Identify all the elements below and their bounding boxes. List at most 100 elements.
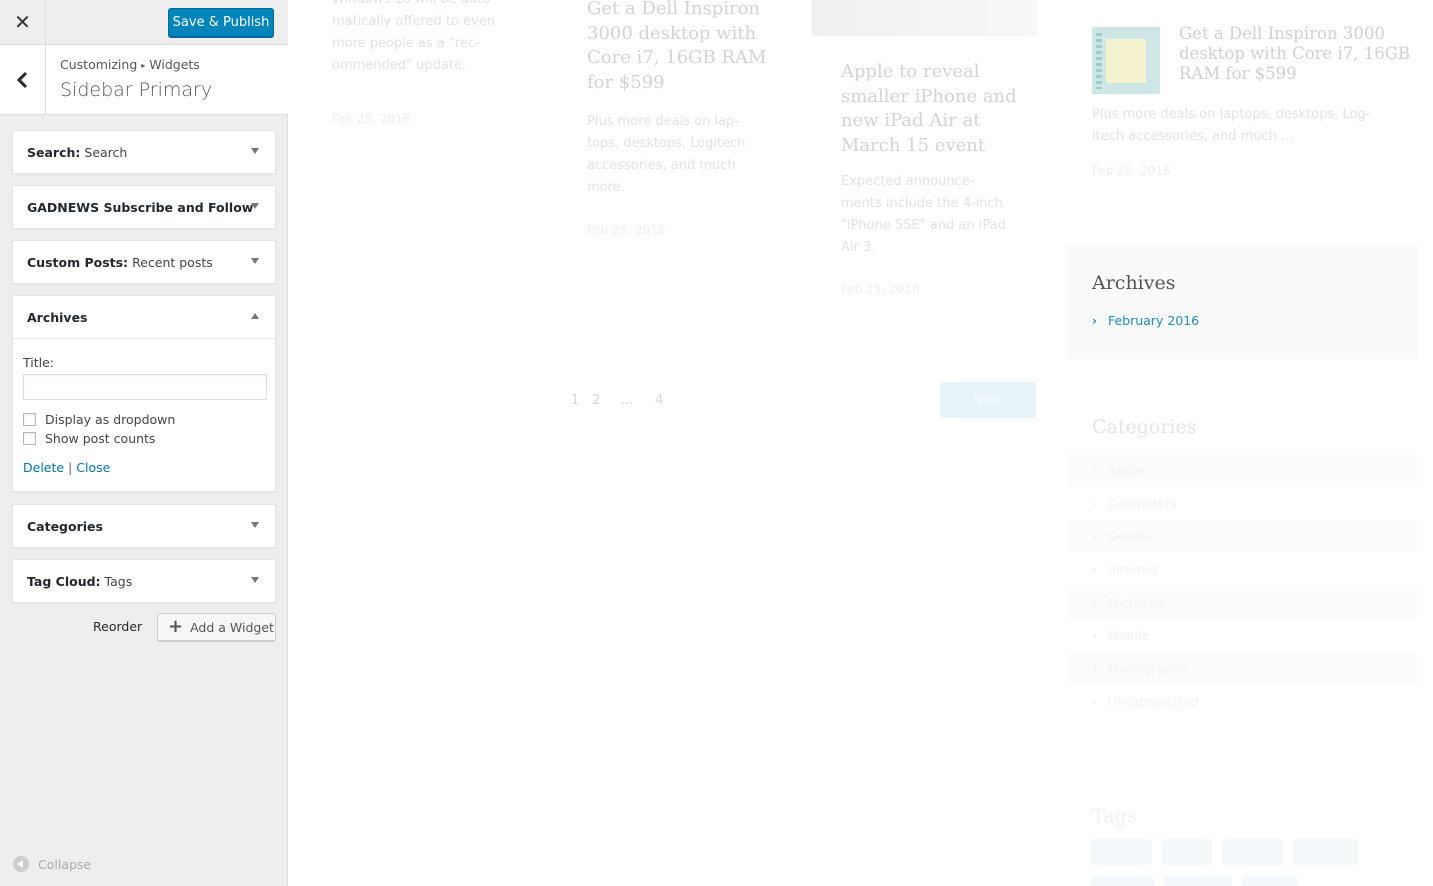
excerpt-line: matically offered to even	[332, 14, 495, 29]
post-image[interactable]	[812, 0, 1037, 36]
post-card[interactable]: Apple to reveal smaller iPhone and new i…	[812, 0, 1037, 320]
tag-chip[interactable]	[1164, 876, 1232, 886]
excerpt-line: "iPhone 5SE" and an iPad	[841, 218, 1006, 233]
category-item[interactable]: › Uncategorized	[1067, 685, 1418, 718]
recent-post-title[interactable]: Get a Dell Inspiron 3000 desktop with Co…	[1179, 24, 1410, 84]
collapse-arrow-icon	[13, 856, 29, 872]
page-link-2[interactable]: 2	[592, 393, 600, 408]
title-label: Title:	[23, 355, 54, 370]
title-input[interactable]	[23, 374, 267, 400]
tag-chip[interactable]	[1162, 839, 1212, 865]
post-excerpt: Windows 10 will be auto- matically offer…	[332, 0, 495, 77]
chevron-right-icon: ›	[1092, 463, 1097, 478]
widget-subscribe-follow-header[interactable]: GADNEWS Subscribe and Follow	[13, 186, 275, 228]
category-item[interactable]: › Photography	[1067, 652, 1418, 685]
plus-icon: +	[168, 615, 184, 637]
archive-link[interactable]: › February 2016	[1092, 313, 1199, 328]
widget-subscribe-follow[interactable]: GADNEWS Subscribe and Follow	[12, 185, 276, 229]
recent-posts-widget: Get a Dell Inspiron 3000 desktop with Co…	[1067, 0, 1418, 214]
tag-chip[interactable]	[1091, 876, 1154, 886]
excerpt-line: Expected announce-	[841, 174, 975, 189]
widget-archives[interactable]: Archives Title: Display as dropdown Show…	[12, 295, 276, 492]
category-label: Photography	[1107, 661, 1188, 676]
save-publish-button[interactable]: Save & Publish	[168, 8, 274, 37]
widget-actions: Delete | Close	[23, 460, 265, 475]
delete-widget-link[interactable]: Delete	[23, 460, 64, 475]
category-item[interactable]: › Microsoft	[1067, 586, 1418, 619]
title-line: RAM for $599	[1179, 64, 1297, 83]
category-label: Uncategorized	[1107, 694, 1199, 709]
tag-chip[interactable]	[1091, 839, 1152, 865]
page-link-4[interactable]: 4	[655, 393, 663, 408]
recent-post-thumbnail[interactable]	[1092, 27, 1160, 94]
category-item[interactable]: › Google	[1067, 520, 1418, 553]
post-date: Feb 25, 2016	[587, 223, 666, 237]
tag-chip[interactable]	[1293, 839, 1358, 865]
excerpt-line: itech accessories, and much ...	[1092, 129, 1294, 144]
widget-custom-posts-header[interactable]: Custom Posts: Recent posts	[13, 241, 275, 283]
category-item[interactable]: › Mobile	[1067, 619, 1418, 652]
category-label: Computers	[1107, 496, 1177, 511]
expand-arrow-icon[interactable]	[251, 148, 259, 154]
dropdown-checkbox-label[interactable]: Display as dropdown	[45, 412, 175, 427]
breadcrumb: Customizing ▸ Widgets	[60, 57, 200, 72]
widget-search[interactable]: Search: Search	[12, 130, 276, 174]
dropdown-option[interactable]: Display as dropdown	[23, 412, 265, 427]
excerpt-line: Windows 10 will be auto-	[332, 0, 495, 11]
post-counts-checkbox[interactable]	[23, 432, 36, 445]
widget-archives-form: Title: Display as dropdown Show post cou…	[13, 338, 275, 487]
tag-chip[interactable]	[1242, 876, 1298, 886]
categories-heading: Categories	[1092, 416, 1197, 438]
expand-arrow-icon[interactable]	[251, 203, 259, 209]
chevron-right-icon: ›	[1092, 595, 1097, 610]
next-page-button[interactable]: Next	[940, 382, 1036, 418]
category-item[interactable]: › Computers	[1067, 487, 1418, 520]
category-label: Internet	[1107, 562, 1158, 577]
collapse-arrow-icon[interactable]	[251, 313, 259, 319]
post-counts-option[interactable]: Show post counts	[23, 431, 265, 446]
widget-tag-cloud-header[interactable]: Tag Cloud: Tags	[13, 560, 275, 602]
back-button[interactable]	[0, 45, 46, 114]
page-link-1[interactable]: 1	[571, 393, 579, 408]
reorder-link[interactable]: Reorder	[93, 619, 142, 634]
excerpt-line: Air 3.	[841, 240, 876, 255]
chevron-right-icon: ›	[1092, 628, 1097, 643]
widget-name: Custom Posts:	[27, 254, 129, 270]
close-customizer-button[interactable]: ✕	[0, 0, 46, 45]
widget-search-header[interactable]: Search: Search	[13, 131, 275, 173]
expand-arrow-icon[interactable]	[251, 577, 259, 583]
add-widget-label: Add a Widget	[190, 619, 274, 635]
widget-categories-header[interactable]: Categories	[13, 505, 275, 547]
close-icon: ✕	[14, 12, 31, 34]
chevron-right-icon: ›	[1092, 661, 1097, 676]
excerpt-line: tops, desktops, Logitech	[587, 136, 746, 151]
category-label: Google	[1107, 529, 1153, 544]
post-card[interactable]: Windows 10 will be auto- matically offer…	[303, 0, 528, 148]
widget-archives-header[interactable]: Archives	[13, 296, 275, 338]
collapse-sidebar-button[interactable]: Collapse	[13, 856, 91, 872]
archives-widget-preview: Archives › February 2016	[1067, 244, 1418, 359]
excerpt-line: ommended" update.	[332, 58, 467, 73]
customizer-topbar: ✕ Save & Publish	[0, 0, 288, 45]
widget-tag-cloud[interactable]: Tag Cloud: Tags	[12, 559, 276, 603]
widget-name: Tag Cloud:	[27, 573, 101, 589]
title-line: Get a Dell Inspiron 3000	[1179, 24, 1385, 43]
category-label: Apple	[1107, 463, 1144, 478]
post-title[interactable]: Get a Dell Inspiron 3000 desktop with Co…	[587, 0, 766, 95]
expand-arrow-icon[interactable]	[251, 522, 259, 528]
post-title[interactable]: Apple to reveal smaller iPhone and new i…	[841, 60, 1017, 158]
dropdown-checkbox[interactable]	[23, 413, 36, 426]
expand-arrow-icon[interactable]	[251, 258, 259, 264]
tag-chip[interactable]	[1222, 839, 1283, 865]
title-line: 3000 desktop with	[587, 22, 757, 44]
archives-heading: Archives	[1092, 272, 1176, 294]
widget-categories[interactable]: Categories	[12, 504, 276, 548]
category-item[interactable]: › Internet	[1067, 553, 1418, 586]
category-item[interactable]: › Apple	[1067, 454, 1418, 487]
breadcrumb-separator-icon: ▸	[141, 61, 146, 70]
close-widget-link[interactable]: Close	[76, 460, 110, 475]
add-widget-button[interactable]: + Add a Widget	[157, 613, 276, 641]
post-card[interactable]: Get a Dell Inspiron 3000 desktop with Co…	[557, 0, 782, 262]
widget-custom-posts[interactable]: Custom Posts: Recent posts	[12, 240, 276, 284]
post-counts-checkbox-label[interactable]: Show post counts	[45, 431, 155, 446]
